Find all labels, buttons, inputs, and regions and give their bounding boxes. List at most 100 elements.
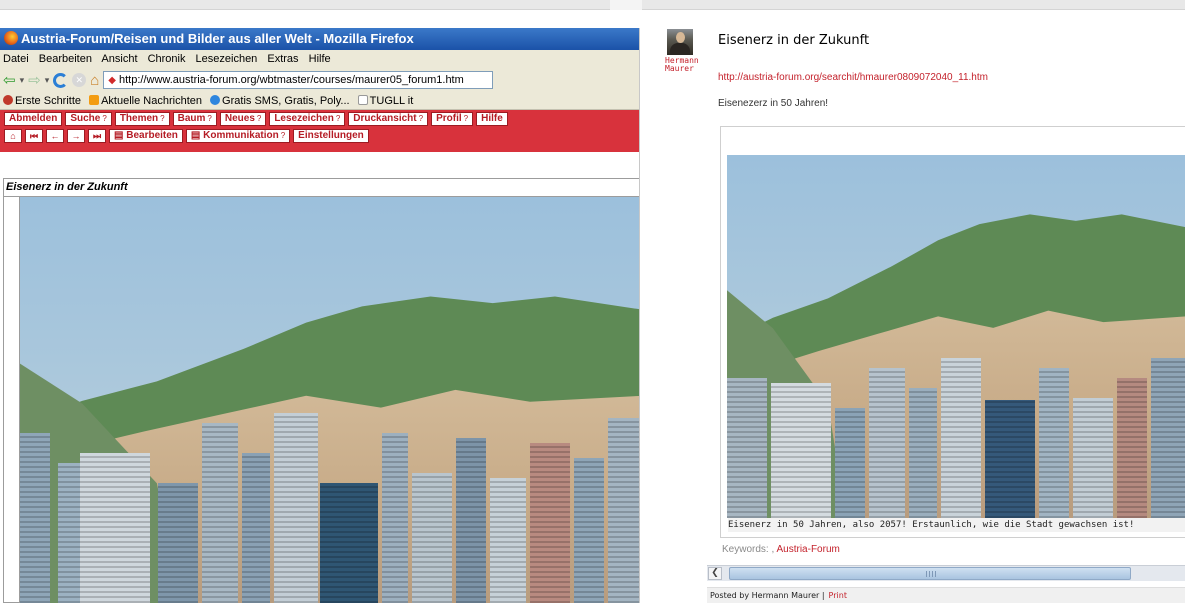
button-label: Kommunikation (203, 130, 279, 141)
photo-building (242, 453, 270, 603)
nav-themen-button[interactable]: Themen? (114, 112, 170, 126)
menu-chronik[interactable]: Chronik (148, 53, 186, 65)
horizontal-scrollbar[interactable]: ❮ (707, 565, 1185, 581)
city-mountain-photo[interactable] (727, 155, 1185, 518)
bookmark-tugll[interactable]: TUGLL it (357, 95, 414, 107)
figure-caption: Eisenerz in 50 Jahren, also 2057! Erstau… (728, 518, 1185, 532)
menu-datei[interactable]: Datei (3, 53, 29, 65)
photo-building (835, 408, 865, 518)
photo-building (869, 368, 905, 518)
page-content: Eisenerz in der Zukunft (0, 178, 639, 603)
scroll-left-icon[interactable]: ❮ (708, 567, 722, 580)
window-titlebar: Austria-Forum/Reisen und Bilder aus alle… (0, 28, 639, 50)
scrollbar-thumb[interactable] (729, 567, 1131, 580)
button-label: Druckansicht (353, 113, 417, 124)
avatar-shoulders (670, 43, 690, 55)
photo-building (530, 443, 570, 603)
nav-profil-button[interactable]: Profil? (431, 112, 474, 126)
url-field[interactable]: ◆ http://www.austria-forum.org/wbtmaster/… (103, 71, 494, 89)
menu-lesezeichen[interactable]: Lesezeichen (196, 53, 258, 65)
avatar-photo[interactable] (667, 29, 693, 55)
nav-einstellungen-button[interactable]: Einstellungen (293, 129, 369, 143)
top-strip (0, 0, 1185, 10)
reload-icon[interactable] (53, 72, 69, 88)
help-marker: ? (280, 131, 286, 140)
article-title: Eisenerz in der Zukunft (4, 179, 639, 197)
menu-ansicht[interactable]: Ansicht (101, 53, 137, 65)
last-page-icon[interactable]: ⏭ (88, 129, 106, 143)
firefox-window: Austria-Forum/Reisen und Bilder aus alle… (0, 28, 640, 603)
first-page-icon[interactable]: ⏮ (25, 129, 43, 143)
nav-baum-button[interactable]: Baum? (172, 112, 217, 126)
post-figure: Eisenerz in 50 Jahren, also 2057! Erstau… (720, 126, 1185, 538)
page-favicon-icon: ◆ (108, 75, 116, 86)
button-label: Bearbeiten (126, 130, 178, 141)
nav-kommunikation-button[interactable]: ▤ Kommunikation? (185, 129, 291, 143)
back-dropdown-icon[interactable]: ▾ (20, 75, 25, 86)
nav-abmelden-button[interactable]: Abmelden (4, 112, 63, 126)
photo-building (608, 418, 639, 603)
button-label: Abmelden (9, 113, 58, 124)
bookmark-label: TUGLL it (369, 95, 414, 107)
bookmark-erste-schritte[interactable]: Erste Schritte (3, 95, 81, 107)
stop-icon[interactable]: ✕ (72, 73, 87, 87)
rss-icon (89, 95, 100, 105)
post-link[interactable]: http://austria-forum.org/searchit/hmaure… (718, 72, 988, 83)
menu-hilfe[interactable]: Hilfe (309, 53, 331, 65)
back-icon[interactable]: ⇦ (3, 73, 16, 88)
article-box: Eisenerz in der Zukunft (3, 178, 639, 603)
menu-extras[interactable]: Extras (267, 53, 298, 65)
home-icon[interactable]: ⌂ (90, 73, 99, 88)
button-label: Neues (224, 113, 255, 124)
nav-druckansicht-button[interactable]: Druckansicht? (348, 112, 429, 126)
menu-bearbeiten[interactable]: Bearbeiten (39, 53, 92, 65)
edit-icon: ▤ (114, 130, 127, 141)
blog-post: Hermann Maurer Eisenerz in der Zukunft h… (660, 28, 1185, 603)
photo-building (909, 388, 937, 518)
button-label: Hilfe (481, 113, 503, 124)
bookmark-aktuelle-nachrichten[interactable]: Aktuelle Nachrichten (89, 95, 202, 107)
keywords-separator: , (771, 544, 775, 555)
button-label: Baum (177, 113, 206, 124)
button-label: Profil (436, 113, 462, 124)
help-marker: ? (102, 114, 107, 123)
next-icon[interactable]: → (67, 129, 85, 143)
photo-building (727, 378, 767, 518)
photo-building (574, 458, 604, 603)
keywords-label: Keywords: (722, 544, 769, 555)
photo-building (456, 438, 486, 603)
chat-icon: ▤ (190, 130, 204, 141)
previous-icon[interactable]: ← (46, 129, 64, 143)
author-name[interactable]: Hermann Maurer (665, 57, 717, 73)
photo-building (941, 358, 981, 518)
bookmark-label: Gratis SMS, Gratis, Poly... (222, 95, 350, 107)
nav-neues-button[interactable]: Neues? (219, 112, 267, 126)
bookmark-label: Erste Schritte (15, 95, 82, 107)
firefox-logo-icon (4, 31, 18, 45)
nav-hilfe-button[interactable]: Hilfe (476, 112, 508, 126)
button-label: Themen (119, 113, 159, 124)
article-body (19, 197, 639, 603)
bookmark-gratis-sms[interactable]: Gratis SMS, Gratis, Poly... (210, 95, 350, 107)
posted-by: Posted by Hermann Maurer | (710, 591, 825, 600)
help-marker: ? (335, 114, 341, 123)
forward-icon[interactable]: ⇨ (28, 73, 41, 88)
photo-building (1151, 358, 1185, 518)
forward-dropdown-icon[interactable]: ▾ (45, 75, 50, 86)
bookmark-icon (3, 95, 13, 105)
strip-seam (610, 0, 642, 10)
menu-bar: Datei Bearbeiten Ansicht Chronik Lesezei… (0, 50, 639, 68)
help-marker: ? (463, 114, 469, 123)
photo-building (158, 483, 198, 603)
photo-building (771, 383, 831, 518)
keyword-austria-forum-link[interactable]: Austria-Forum (776, 544, 839, 555)
nav-bearbeiten-button[interactable]: ▤ Bearbeiten (109, 129, 183, 143)
nav-lesezeichen-button[interactable]: Lesezeichen? (269, 112, 346, 126)
photo-building (382, 433, 408, 603)
photo-building (1039, 368, 1069, 518)
help-marker: ? (160, 114, 165, 123)
home-icon[interactable]: ⌂ (4, 129, 22, 143)
nav-suche-button[interactable]: Suche? (65, 112, 112, 126)
photo-building (1117, 378, 1147, 518)
print-link[interactable]: Print (829, 591, 847, 600)
